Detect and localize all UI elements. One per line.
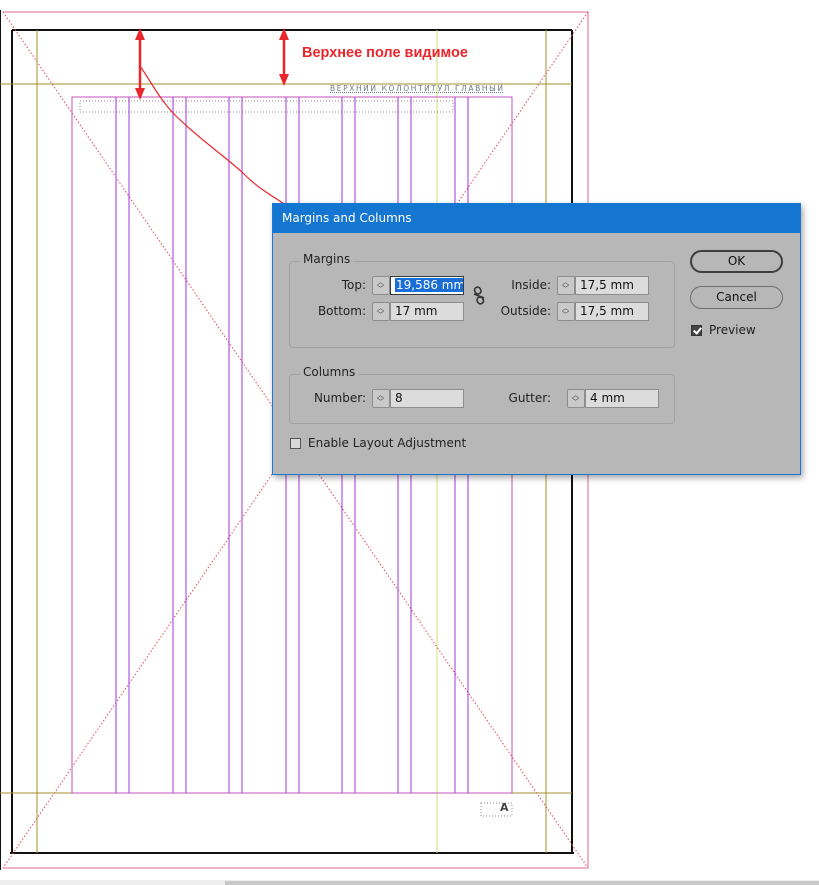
annotation-arrow-right	[279, 28, 289, 86]
cancel-button[interactable]: Cancel	[690, 286, 783, 309]
preview-label[interactable]: Preview	[709, 323, 756, 337]
outside-label: Outside:	[500, 304, 551, 318]
bottom-stepper[interactable]: ︿ ﹀	[372, 302, 390, 321]
bottom-label: Bottom:	[317, 304, 366, 318]
number-label: Number:	[313, 391, 366, 405]
top-label: Top:	[341, 278, 366, 292]
annotation-label: Верхнее поле видимое	[302, 45, 468, 61]
inside-input[interactable]: 17,5 mm	[575, 276, 649, 295]
ok-button[interactable]: OK	[690, 250, 783, 273]
header-frame	[79, 100, 454, 113]
bottom-input[interactable]: 17 mm	[390, 302, 464, 321]
dialog-title: Margins and Columns	[282, 211, 412, 225]
inside-stepper[interactable]: ︿ ﹀	[557, 276, 575, 295]
number-stepper[interactable]: ︿ ﹀	[372, 389, 390, 408]
inside-label: Inside:	[511, 278, 551, 292]
columns-group-title: Columns	[300, 365, 359, 379]
top-stepper[interactable]: ︿ ﹀	[372, 276, 390, 295]
number-input[interactable]: 8	[390, 389, 464, 408]
gutter-input[interactable]: 4 mm	[585, 389, 659, 408]
page-number-marker: A	[500, 801, 509, 814]
horizontal-scrollbar-thumb[interactable]	[225, 881, 819, 885]
margins-group-title: Margins	[300, 252, 354, 266]
enable-layout-adjustment-label[interactable]: Enable Layout Adjustment	[308, 436, 466, 450]
enable-layout-adjustment-checkbox[interactable]	[290, 438, 301, 449]
gutter-label: Gutter:	[508, 391, 551, 405]
annotation-arrow-left	[135, 28, 145, 100]
broken-chain-icon[interactable]	[471, 286, 487, 306]
margins-and-columns-dialog: Margins and Columns Margins Top: ︿ ﹀ 19,5…	[272, 203, 801, 475]
outside-input[interactable]: 17,5 mm	[575, 302, 649, 321]
top-input[interactable]: 19,586 mm	[390, 276, 464, 295]
preview-checkbox[interactable]	[691, 325, 702, 336]
running-header-text: ВЕРХНИЙ КОЛОНТИТУЛ ГЛАВНЫЙ	[330, 84, 505, 93]
dialog-title-bar[interactable]: Margins and Columns	[273, 204, 800, 233]
outside-stepper[interactable]: ︿ ﹀	[557, 302, 575, 321]
gutter-stepper[interactable]: ︿ ﹀	[567, 389, 585, 408]
